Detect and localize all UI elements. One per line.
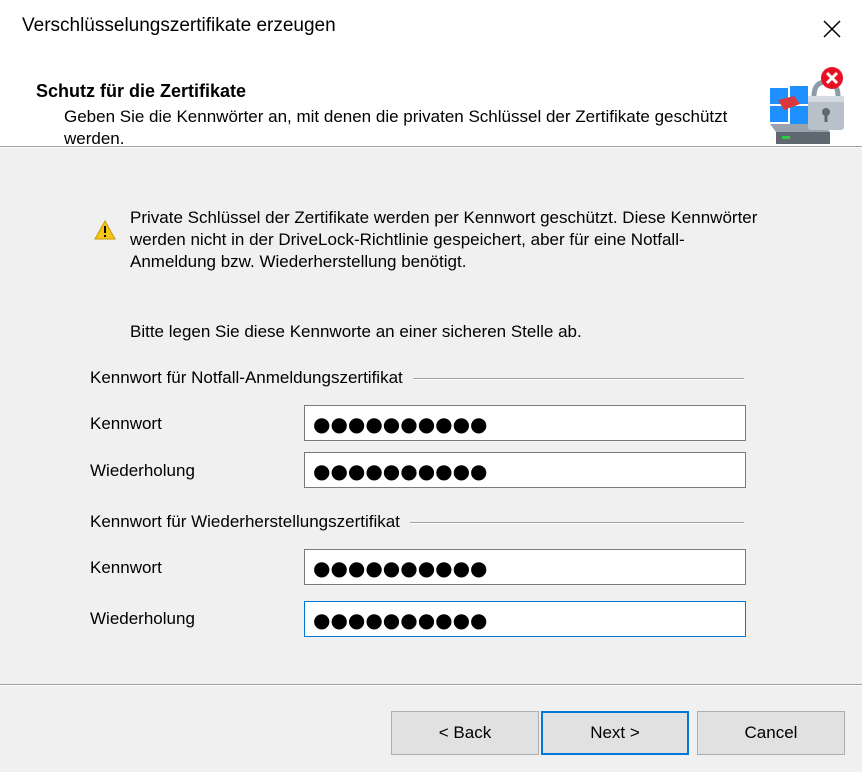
- warning-icon: [94, 220, 116, 240]
- recovery-password-repeat-input[interactable]: ●●●●●●●●●●: [304, 601, 746, 637]
- emergency-password-repeat-input[interactable]: ●●●●●●●●●●: [304, 452, 746, 488]
- wizard-header: Schutz für die Zertifikate Geben Sie die…: [0, 58, 862, 148]
- close-icon: [823, 20, 841, 38]
- group-label-recovery: Kennwort für Wiederherstellungszertifika…: [90, 512, 410, 532]
- footer-separator-highlight: [0, 685, 862, 686]
- recovery-password-input[interactable]: ●●●●●●●●●●: [304, 549, 746, 585]
- warning-text: Private Schlüssel der Zertifikate werden…: [130, 208, 758, 271]
- drivelock-certificate-lock-icon: [770, 67, 844, 144]
- close-button[interactable]: [802, 0, 862, 58]
- next-button[interactable]: Next >: [541, 711, 689, 755]
- password-label: Kennwort: [90, 414, 162, 433]
- repeat-label: Wiederholung: [90, 461, 195, 480]
- back-button[interactable]: < Back: [391, 711, 539, 755]
- header-description: Geben Sie die Kennwörter an, mit denen d…: [64, 107, 728, 148]
- header-separator-highlight: [0, 147, 862, 148]
- warning-hint: Bitte legen Sie diese Kennworte an einer…: [130, 322, 582, 341]
- window-title: Verschlüsselungszertifikate erzeugen: [22, 15, 336, 36]
- password-label: Kennwort: [90, 558, 162, 577]
- group-label-emergency: Kennwort für Notfall-Anmeldungszertifika…: [90, 368, 413, 388]
- repeat-label: Wiederholung: [90, 609, 195, 628]
- header-title: Schutz für die Zertifikate: [36, 81, 247, 101]
- emergency-password-input[interactable]: ●●●●●●●●●●: [304, 405, 746, 441]
- cancel-button[interactable]: Cancel: [697, 711, 845, 755]
- title-bar: Verschlüsselungszertifikate erzeugen: [0, 0, 862, 58]
